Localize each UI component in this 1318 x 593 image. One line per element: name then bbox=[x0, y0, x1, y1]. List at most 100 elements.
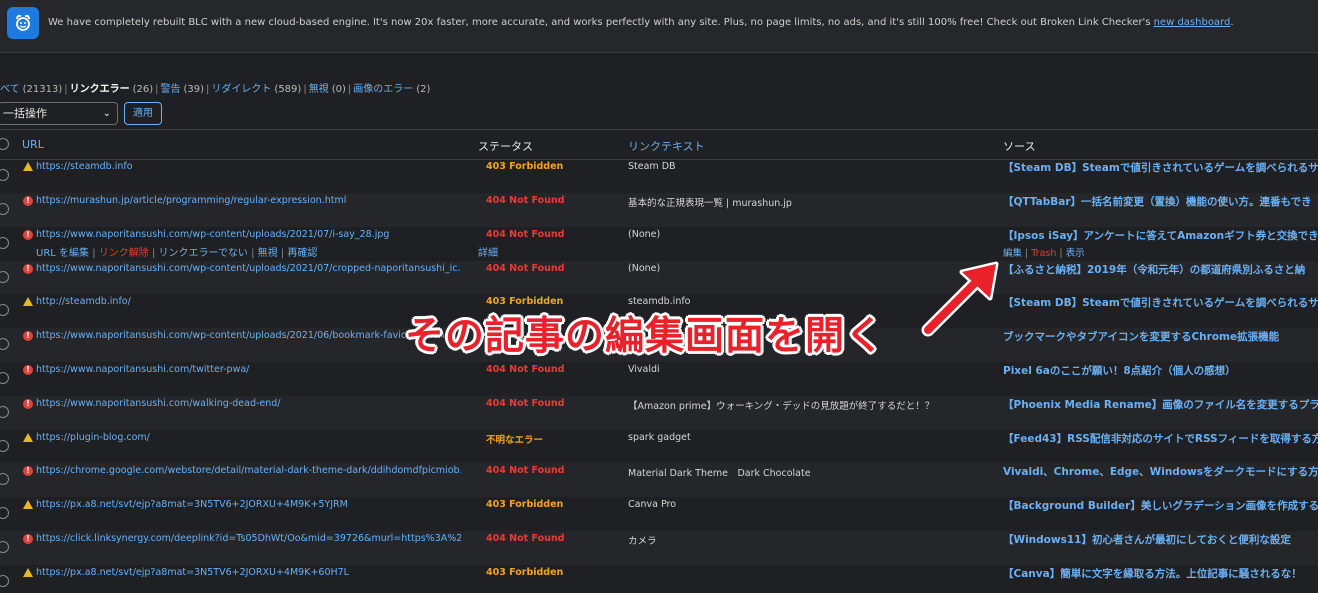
edit-url-link[interactable]: URL を編集 bbox=[36, 248, 89, 259]
row-actions: URL を編集 | リンク解除 | リンクエラーでない | 無視 | 再確認 bbox=[36, 244, 317, 259]
source-post-link[interactable]: 【Phoenix Media Rename】画像のファイル名を変更するプラグ bbox=[1003, 397, 1318, 412]
row-checkbox[interactable] bbox=[0, 203, 9, 215]
link-status: 404 Not Found bbox=[486, 398, 565, 409]
row-checkbox[interactable] bbox=[0, 507, 9, 519]
row-checkbox[interactable] bbox=[0, 575, 9, 587]
source-post-link[interactable]: 【Background Builder】美しいグラデーション画像を作成する bbox=[1003, 498, 1318, 513]
filter-link[interactable]: べて bbox=[0, 84, 20, 95]
column-url[interactable]: URL bbox=[22, 138, 44, 151]
link-url[interactable]: https://px.a8.net/svt/ejp?a8mat=3N5TV6+2… bbox=[36, 567, 461, 578]
ignore-link[interactable]: 無視 bbox=[258, 248, 278, 259]
link-text: (None) bbox=[628, 263, 661, 274]
error-icon: ! bbox=[23, 331, 33, 341]
source-post-link[interactable]: 【Feed43】RSS配信非対応のサイトでRSSフィードを取得する方 bbox=[1003, 431, 1318, 446]
column-status: ステータス bbox=[478, 140, 533, 153]
source-post-link[interactable]: 【Steam DB】Steamで値引きされているゲームを調べられるサ bbox=[1003, 160, 1318, 175]
link-text: 【Amazon prime】ウォーキング・デッドの見放題が終了するだと！？ bbox=[628, 401, 935, 412]
row-checkbox[interactable] bbox=[0, 372, 9, 384]
source-post-link[interactable]: 【ふるさと納税】2019年（令和元年）の都道府県別ふるさと納 bbox=[1003, 262, 1318, 277]
blc-logo-icon bbox=[7, 7, 39, 39]
select-all-checkbox[interactable] bbox=[0, 138, 9, 150]
table-row: https://plugin-blog.com/不明なエラー spark gadg… bbox=[0, 430, 1318, 463]
link-text: (None) bbox=[628, 229, 661, 240]
row-checkbox[interactable] bbox=[0, 304, 9, 316]
error-icon: ! bbox=[23, 466, 33, 476]
source-post-link[interactable]: 【QTTabBar】一括名前変更（置換）機能の使い方。連番もでき bbox=[1003, 194, 1318, 209]
row-checkbox[interactable] bbox=[0, 237, 9, 249]
source-actions: 編集 | Trash | 表示 bbox=[1003, 245, 1085, 259]
link-url[interactable]: https://chrome.google.com/webstore/detai… bbox=[36, 465, 461, 476]
source-trash-link[interactable]: Trash bbox=[1031, 248, 1056, 259]
link-url[interactable]: https://px.a8.net/svt/ejp?a8mat=3N5TV6+2… bbox=[36, 499, 461, 510]
link-url[interactable]: https://steamdb.info bbox=[36, 161, 461, 172]
filter-link[interactable]: リンクエラー bbox=[70, 84, 130, 95]
link-url[interactable]: https://murashun.jp/article/programming/… bbox=[36, 195, 461, 206]
new-dashboard-link[interactable]: new dashboard bbox=[1154, 17, 1231, 28]
source-post-link[interactable]: Vivaldi、Chrome、Edge、Windowsをダークモードにする方法 bbox=[1003, 464, 1318, 479]
warning-icon bbox=[23, 162, 33, 171]
link-status: 404 Not Found bbox=[486, 263, 565, 274]
link-text: 基本的な正規表現一覧 | murashun.jp bbox=[628, 198, 792, 209]
filter-count: (21313) bbox=[22, 84, 63, 95]
error-icon: ! bbox=[23, 399, 33, 409]
source-post-link[interactable]: Pixel 6aのここが願い！8点紹介（個人の感想） bbox=[1003, 363, 1318, 378]
link-status: 404 Not Found bbox=[486, 465, 565, 476]
filter-link[interactable]: 画像のエラー bbox=[353, 84, 413, 95]
link-status: 404 Not Found bbox=[486, 364, 565, 375]
link-url[interactable]: https://click.linksynergy.com/deeplink?i… bbox=[36, 533, 461, 544]
error-icon: ! bbox=[23, 365, 33, 375]
unlink-link[interactable]: リンク解除 bbox=[99, 248, 149, 259]
link-url[interactable]: https://www.naporitansushi.com/wp-conten… bbox=[36, 330, 461, 341]
row-checkbox[interactable] bbox=[0, 440, 9, 452]
filter-separator: | bbox=[206, 84, 210, 95]
source-post-link[interactable]: 【Ipsos iSay】アンケートに答えてAmazonギフト券と交換でき bbox=[1003, 228, 1318, 243]
link-status: 404 Not Found bbox=[486, 229, 565, 240]
link-url[interactable]: https://www.naporitansushi.com/walking-d… bbox=[36, 398, 461, 409]
source-post-link[interactable]: 【Windows11】初心者さんが最初にしておくと便利な設定 bbox=[1003, 532, 1318, 547]
source-post-link[interactable]: ブックマークやタブアイコンを変更するChrome拡張機能 bbox=[1003, 329, 1318, 344]
column-link-text[interactable]: リンクテキスト bbox=[628, 138, 705, 154]
source-post-link[interactable]: 【Steam DB】Steamで値引きされているゲームを調べられるサ bbox=[1003, 295, 1318, 310]
action-separator: | bbox=[247, 248, 258, 259]
details-link[interactable]: 詳細 bbox=[478, 244, 498, 259]
table-row: https://steamdb.info 403 Forbidden Steam D… bbox=[0, 159, 1318, 193]
action-separator: | bbox=[89, 248, 99, 259]
action-separator: | bbox=[1022, 248, 1032, 259]
warning-icon bbox=[23, 568, 33, 577]
chevron-down-icon: ⌄ bbox=[102, 108, 111, 119]
link-url[interactable]: https://www.naporitansushi.com/wp-conten… bbox=[36, 263, 461, 274]
row-checkbox[interactable] bbox=[0, 169, 9, 181]
action-separator: | bbox=[148, 248, 159, 259]
recheck-link[interactable]: 再確認 bbox=[287, 248, 317, 259]
warning-icon bbox=[23, 500, 33, 509]
row-checkbox[interactable] bbox=[0, 473, 9, 485]
link-text: Vivaldi bbox=[628, 364, 660, 375]
link-url[interactable]: https://plugin-blog.com/ bbox=[36, 432, 461, 443]
link-url[interactable]: http://steamdb.info/ bbox=[36, 296, 461, 307]
bulk-action-select[interactable]: 一括操作 ⌄ bbox=[0, 102, 118, 125]
row-checkbox[interactable] bbox=[0, 338, 9, 350]
link-url[interactable]: https://www.naporitansushi.com/wp-conten… bbox=[36, 229, 461, 240]
filter-link[interactable]: 警告 bbox=[161, 84, 181, 95]
warning-icon bbox=[23, 433, 33, 442]
filter-count: (0) bbox=[331, 84, 346, 95]
row-checkbox[interactable] bbox=[0, 406, 9, 418]
filter-link[interactable]: リダイレクト bbox=[211, 84, 271, 95]
row-checkbox[interactable] bbox=[0, 541, 9, 553]
filter-separator: | bbox=[347, 84, 352, 95]
table-row: https://px.a8.net/svt/ejp?a8mat=3N5TV6+2… bbox=[0, 497, 1318, 531]
filter-link[interactable]: 無視 bbox=[309, 84, 329, 95]
not-broken-link[interactable]: リンクエラーでない bbox=[159, 248, 248, 259]
annotation-arrow-icon bbox=[921, 261, 999, 337]
table-row: ! https://www.naporitansushi.com/wp-conte… bbox=[0, 261, 1318, 294]
link-status: 403 Forbidden bbox=[486, 567, 564, 578]
source-view-link[interactable]: 表示 bbox=[1066, 248, 1085, 259]
row-checkbox[interactable] bbox=[0, 271, 9, 283]
source-post-link[interactable]: 【Canva】簡単に文字を縁取る方法。上位記事に騒されるな！ bbox=[1003, 566, 1318, 581]
table-row: ! https://murashun.jp/article/programming… bbox=[0, 193, 1318, 227]
link-url[interactable]: https://www.naporitansushi.com/twitter-p… bbox=[36, 364, 461, 375]
table-row: ! https://www.naporitansushi.com/walking-… bbox=[0, 396, 1318, 430]
apply-button[interactable]: 適用 bbox=[124, 102, 162, 125]
error-icon: ! bbox=[23, 196, 33, 206]
link-text: カメラ bbox=[628, 536, 657, 547]
